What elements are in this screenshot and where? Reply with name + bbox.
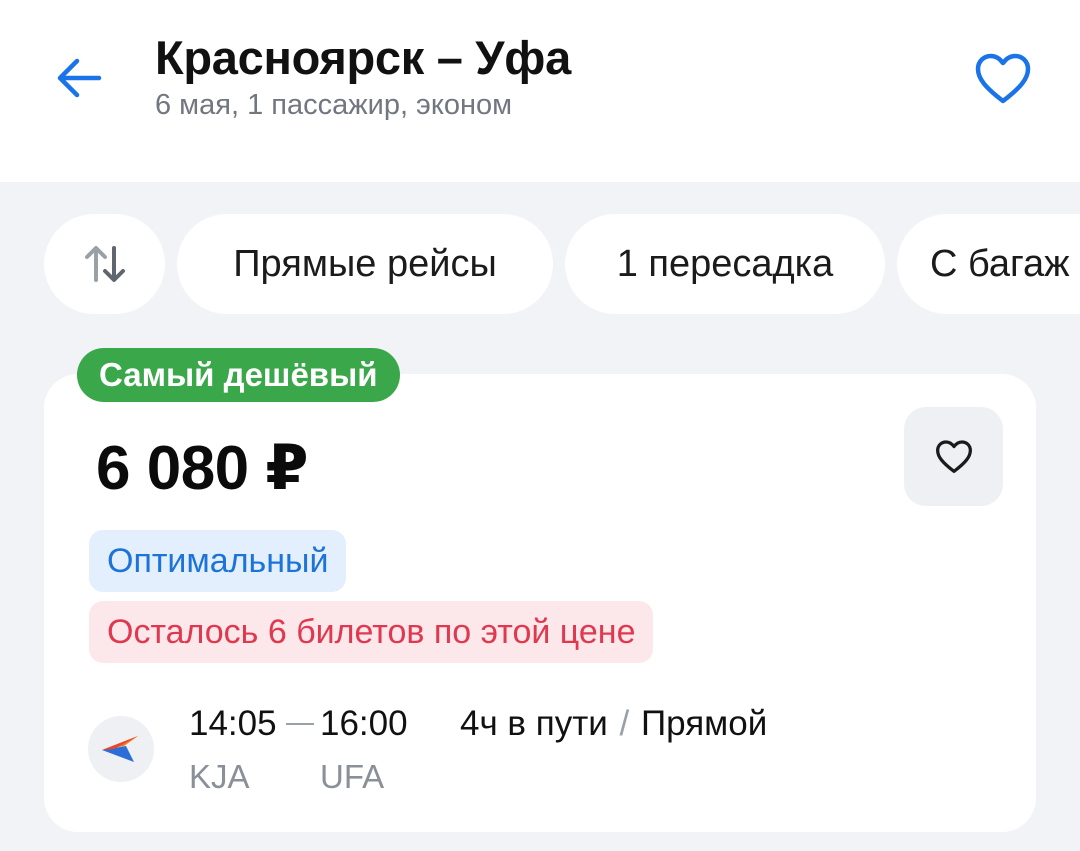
filter-chip-one-transfer[interactable]: 1 пересадка [565, 214, 885, 314]
arrival-airport-code: UFA [320, 758, 385, 795]
seats-left-tag: Осталось 6 билетов по этой цене [89, 601, 654, 663]
flight-duration: 4ч в пути / Прямой [460, 704, 767, 744]
heart-outline-icon [975, 53, 1031, 104]
airline-logo-icon [102, 736, 138, 762]
app-header: Красноярск – Уфа 6 мая, 1 пассажир, экон… [0, 0, 1080, 182]
favorite-route-button[interactable] [968, 48, 1038, 110]
favorite-ticket-button[interactable] [904, 407, 1003, 506]
page-title: Красноярск – Уфа [155, 31, 571, 84]
cheapest-badge: Самый дешёвый [77, 348, 400, 402]
arrow-left-icon [57, 58, 102, 98]
filter-chip-direct[interactable]: Прямые рейсы [177, 214, 553, 314]
flight-type: Прямой [640, 704, 768, 743]
arrival-time: 16:00 [320, 704, 408, 743]
filter-chip-baggage[interactable]: С багаж [897, 214, 1080, 314]
sort-arrows-icon [84, 246, 125, 282]
departure-time: 14:05 [189, 704, 277, 743]
departure-airport-code: KJA [189, 758, 250, 795]
duration-text: 4ч в пути [460, 704, 608, 743]
search-summary: 6 мая, 1 пассажир, эконом [155, 89, 513, 121]
sort-button[interactable] [44, 214, 165, 314]
filter-chips: Прямые рейсы 1 пересадка С багаж [0, 214, 1080, 314]
time-separator [286, 723, 314, 725]
heart-outline-icon [935, 439, 972, 473]
ticket-price: 6 080 ₽ [96, 434, 309, 503]
optimal-tag: Оптимальный [89, 530, 347, 592]
airline-logo [88, 716, 154, 782]
duration-separator: / [619, 704, 630, 743]
back-button[interactable] [48, 50, 108, 106]
